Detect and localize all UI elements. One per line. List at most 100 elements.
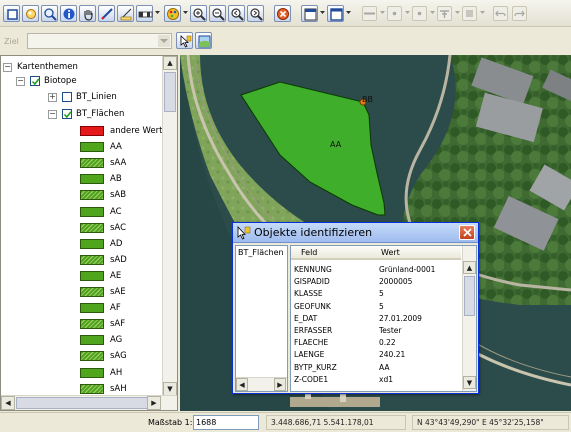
collapse-icon[interactable]: − [16,76,25,86]
zoom-in-icon[interactable] [190,5,207,22]
tree-node-kartenthemen[interactable]: − Kartenthemen [3,60,78,74]
field-name-cell: KLASSE [294,289,323,299]
legend-label: sAE [110,287,126,297]
legend-swatch [80,190,104,201]
select-icon[interactable] [22,5,39,22]
measure-icon[interactable] [117,5,134,22]
layer-tree-panel: − Kartenthemen − Biotope + BT_Linien − B… [0,55,178,411]
tree-node-biotope[interactable]: − Biotope [16,74,77,88]
scale-bar-icon[interactable] [136,5,153,22]
tree-node-bt-flaechen[interactable]: − BT_Flächen [48,107,124,121]
close-icon[interactable] [459,225,475,240]
tree-vertical-scrollbar[interactable]: ▲ ▼ [162,56,177,397]
symbol-style-dropdown-arrow-icon [455,10,460,15]
field-value-cell: 27.01.2009 [379,313,422,323]
line-style-icon [362,6,377,21]
scroll-down-icon[interactable]: ▼ [463,376,476,389]
pan-hand-icon[interactable] [79,5,96,22]
legend-swatch [80,126,104,136]
scroll-up-icon[interactable]: ▲ [163,56,177,70]
marker-style-icon [412,6,427,21]
column-header-feld[interactable]: Feld [301,248,317,257]
field-name-cell: E_DAT [294,313,318,323]
tree-node-bt-linien[interactable]: + BT_Linien [48,90,117,104]
tree-horizontal-scrollbar[interactable]: ◀ ▶ [1,395,177,410]
identify-pointer-icon[interactable] [176,32,193,49]
cancel-icon[interactable] [274,5,291,22]
scroll-thumb[interactable] [464,276,475,316]
geographic-coordinates: N 43°43'49,290" E 45°32'25,158" [412,415,569,430]
zoom-next-icon[interactable] [247,5,264,22]
table-row[interactable]: GISPADID 2000005 [291,277,463,288]
window-icon[interactable] [327,5,344,22]
legend-label: AA [110,142,122,153]
ziel-select[interactable] [27,33,172,49]
table-row[interactable]: GEOFUNK 5 [291,302,463,313]
ziel-dropdown-arrow-icon[interactable] [158,35,170,47]
checkbox-checked-icon[interactable] [30,76,40,86]
zoom-out-icon[interactable] [209,5,226,22]
info-icon[interactable] [60,5,77,22]
legend-label: AE [110,270,122,281]
collapse-icon[interactable]: − [48,109,57,119]
scroll-right-icon[interactable]: ▶ [147,396,161,410]
column-header-wert[interactable]: Wert [381,248,400,257]
scroll-up-icon[interactable]: ▲ [463,261,476,274]
field-name-cell: KENNUNG [294,265,332,274]
table-row[interactable]: KENNUNG Grünland-0001 [291,265,463,276]
dialog-layer-item[interactable]: BT_Flächen [238,248,284,257]
field-value-cell: 2000005 [379,277,413,287]
zoom-previous-icon[interactable] [228,5,245,22]
map-navigate-icon[interactable] [195,32,212,49]
legend-label: sAC [110,222,127,233]
table-row[interactable]: BYTP_KURZ AA [291,363,463,374]
point-label: BB [362,95,373,104]
table-row[interactable]: E_DAT 27.01.2009 [291,314,463,325]
scroll-thumb[interactable] [164,72,176,112]
legend-item: AC [80,205,122,219]
legend-swatch [80,222,104,233]
layout-icon[interactable] [301,5,318,22]
expand-icon[interactable]: + [48,92,57,102]
checkbox-checked-icon[interactable] [62,109,72,119]
legend-item: sAD [80,253,127,267]
dialog-layer-hscrollbar[interactable]: ◀ ▶ [236,377,287,391]
identify-cursor-icon [237,226,251,240]
legend-swatch [80,206,104,217]
fill-style-dropdown-arrow-icon [480,10,485,15]
scroll-thumb[interactable] [16,397,151,409]
scroll-right-icon[interactable]: ▶ [274,378,286,391]
dialog-vertical-scrollbar[interactable]: ▲ ▼ [462,246,476,391]
legend-label: sAH [110,383,127,394]
layer-color-icon[interactable] [164,5,181,22]
field-value-cell: Grünland-0001 [379,265,436,274]
window-dropdown-arrow-icon[interactable] [346,10,351,15]
table-row[interactable]: LAENGE 240.21 [291,350,463,361]
field-value-cell: Tester [379,326,402,335]
field-name-cell: GISPADID [294,277,330,287]
dialog-title-bar[interactable]: Objekte identifizieren [233,223,478,243]
table-row[interactable]: FLAECHE 0.22 [291,338,463,349]
layer-dropdown-arrow-icon[interactable] [183,10,188,15]
scroll-left-icon[interactable]: ◀ [1,396,15,410]
scroll-left-icon[interactable]: ◀ [236,378,248,391]
table-row[interactable]: Z-CODE1 xd1 [291,375,463,386]
legend-label: sAD [110,254,127,265]
table-row[interactable]: KLASSE 5 [291,289,463,300]
draw-line-icon[interactable] [98,5,115,22]
new-map-icon[interactable] [3,5,20,22]
field-value-cell: xd1 [379,374,393,384]
scale-input[interactable]: 1688 [193,415,259,430]
scroll-down-icon[interactable]: ▼ [163,382,177,396]
legend-label: AD [110,238,123,249]
scale-dropdown-arrow-icon[interactable] [155,10,160,15]
dialog-title: Objekte identifizieren [254,226,373,239]
layout-dropdown-arrow-icon[interactable] [320,10,325,15]
undo-icon [493,6,508,21]
legend-swatch [80,287,104,297]
checkbox-unchecked-icon[interactable] [62,92,72,102]
legend-item: andere Werte [80,124,168,138]
table-row[interactable]: ERFASSER Tester [291,326,463,337]
collapse-icon[interactable]: − [3,62,12,72]
zoom-extent-icon[interactable] [41,5,58,22]
